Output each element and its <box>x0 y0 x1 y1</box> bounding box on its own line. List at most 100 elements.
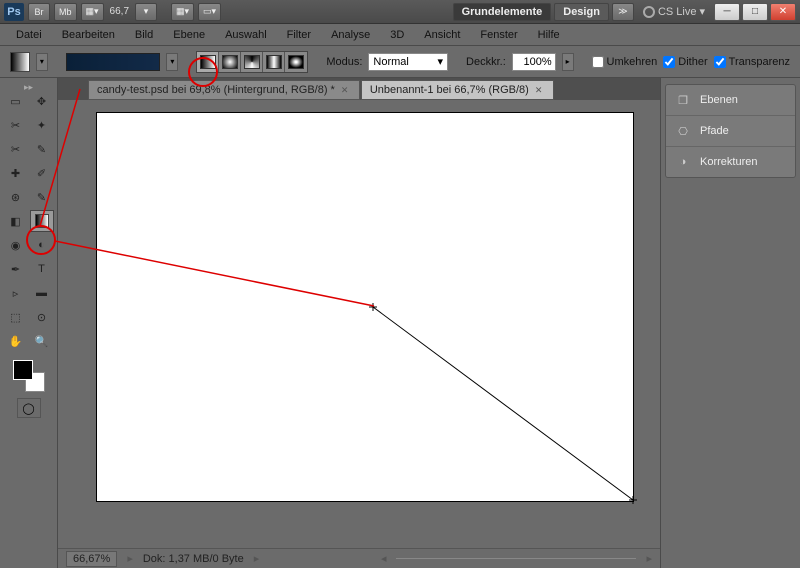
mode-label: Modus: <box>326 56 362 68</box>
crop-tool[interactable]: ✂ <box>4 138 28 160</box>
menu-bearbeiten[interactable]: Bearbeiten <box>52 26 125 44</box>
zoom-dropdown[interactable]: ▾ <box>135 3 157 21</box>
stamp-tool[interactable]: ⊛ <box>4 186 28 208</box>
tab-close-icon[interactable]: ✕ <box>341 85 351 95</box>
menu-ebene[interactable]: Ebene <box>163 26 215 44</box>
opacity-slider[interactable]: ▸ <box>562 53 574 71</box>
gradient-linear[interactable] <box>197 52 219 72</box>
gradient-radial[interactable] <box>219 52 241 72</box>
screen-mode-button[interactable]: ▭▾ <box>198 3 221 21</box>
tab-candy-test[interactable]: candy-test.psd bei 69,8% (Hintergrund, R… <box>88 80 360 100</box>
tool-preset-dropdown[interactable]: ▾ <box>36 53 48 71</box>
dodge-tool[interactable]: ◐ <box>30 234 54 256</box>
menu-bar: Datei Bearbeiten Bild Ebene Auswahl Filt… <box>0 24 800 46</box>
menu-bild[interactable]: Bild <box>125 26 163 44</box>
gradient-type-group <box>196 51 308 73</box>
canvas-area[interactable] <box>58 100 660 548</box>
panel-korrekturen[interactable]: ◑ Korrekturen <box>666 147 795 177</box>
brush-tool[interactable]: ✐ <box>30 162 54 184</box>
workspace: candy-test.psd bei 69,8% (Hintergrund, R… <box>58 78 660 568</box>
bridge-button[interactable]: Br <box>28 3 50 21</box>
layers-icon: ❐ <box>674 91 692 109</box>
hand-tool[interactable]: ✋ <box>4 330 28 352</box>
gradient-diamond[interactable] <box>285 52 307 72</box>
panel-ebenen[interactable]: ❐ Ebenen <box>666 85 795 116</box>
menu-hilfe[interactable]: Hilfe <box>528 26 570 44</box>
zoom-value: 66,7 <box>108 6 131 17</box>
paths-icon: ⎔ <box>674 122 692 140</box>
canvas[interactable] <box>96 112 634 502</box>
opacity-value: 100% <box>523 56 551 68</box>
workspace-more[interactable]: ≫ <box>612 3 634 21</box>
wand-tool[interactable]: ✦ <box>30 114 54 136</box>
blur-tool[interactable]: ◉ <box>4 234 28 256</box>
dither-checkbox[interactable]: Dither <box>663 56 707 68</box>
minibridge-button[interactable]: Mb <box>54 3 77 21</box>
tab-label: candy-test.psd bei 69,8% (Hintergrund, R… <box>97 84 335 96</box>
panel-label: Pfade <box>700 125 729 137</box>
transparency-checkbox[interactable]: Transparenz <box>714 56 790 68</box>
3d-tool[interactable]: ⬚ <box>4 306 28 328</box>
panel-pfade[interactable]: ⎔ Pfade <box>666 116 795 147</box>
eyedropper-tool[interactable]: ✎ <box>30 138 54 160</box>
close-button[interactable]: ✕ <box>770 3 796 21</box>
menu-fenster[interactable]: Fenster <box>470 26 527 44</box>
menu-ansicht[interactable]: Ansicht <box>414 26 470 44</box>
workspace-design[interactable]: Design <box>554 3 609 21</box>
type-tool[interactable]: T <box>30 258 54 280</box>
shape-tool[interactable]: ▬ <box>30 282 54 304</box>
menu-analyse[interactable]: Analyse <box>321 26 380 44</box>
panel-dock: ❐ Ebenen ⎔ Pfade ◑ Korrekturen <box>660 78 800 568</box>
menu-auswahl[interactable]: Auswahl <box>215 26 277 44</box>
gradient-reflected[interactable] <box>263 52 285 72</box>
title-bar: Ps Br Mb ▦▾ 66,7 ▾ ▦▾ ▭▾ Grundelemente D… <box>0 0 800 24</box>
panel-label: Korrekturen <box>700 156 757 168</box>
options-bar: ▾ ▾ Modus: Normal▾ Deckkr.: 100% ▸ Umkeh… <box>0 46 800 78</box>
eraser-tool[interactable]: ◧ <box>4 210 28 232</box>
maximize-button[interactable]: □ <box>742 3 768 21</box>
mode-value: Normal <box>373 56 408 68</box>
move-tool[interactable]: ✥ <box>30 90 54 112</box>
tab-close-icon[interactable]: ✕ <box>535 85 545 95</box>
cslive-icon <box>643 6 655 18</box>
3d-camera-tool[interactable]: ⊙ <box>30 306 54 328</box>
heal-tool[interactable]: ✚ <box>4 162 28 184</box>
view-extras-button[interactable]: ▦▾ <box>81 3 104 21</box>
minimize-button[interactable]: ─ <box>714 3 740 21</box>
reverse-checkbox[interactable]: Umkehren <box>592 56 658 68</box>
cslive-button[interactable]: CS Live ▾ <box>637 5 711 18</box>
gradient-angle[interactable] <box>241 52 263 72</box>
arrange-docs-button[interactable]: ▦▾ <box>171 3 194 21</box>
status-zoom[interactable]: 66,67% <box>66 551 117 567</box>
adjustments-icon: ◑ <box>674 153 692 171</box>
tool-preset-icon[interactable] <box>10 52 30 72</box>
marquee-tool[interactable]: ▭ <box>4 90 28 112</box>
menu-filter[interactable]: Filter <box>277 26 321 44</box>
color-swatches[interactable] <box>13 360 45 392</box>
app-logo: Ps <box>4 3 24 21</box>
mode-dropdown[interactable]: Normal▾ <box>368 53 448 71</box>
menu-datei[interactable]: Datei <box>6 26 52 44</box>
pen-tool[interactable]: ✒ <box>4 258 28 280</box>
toolbox: ▸▸ ▭✥ ✂✦ ✂✎ ✚✐ ⊛✎ ◧ ◉◐ ✒T ▹▬ ⬚⊙ ✋🔍 ◯ <box>0 78 58 568</box>
cslive-label: CS Live <box>658 6 697 18</box>
gradient-preview[interactable] <box>66 53 161 71</box>
tab-label: Unbenannt-1 bei 66,7% (RGB/8) <box>370 84 529 96</box>
lasso-tool[interactable]: ✂ <box>4 114 28 136</box>
path-select-tool[interactable]: ▹ <box>4 282 28 304</box>
document-tabs: candy-test.psd bei 69,8% (Hintergrund, R… <box>58 78 660 100</box>
gradient-tool[interactable] <box>30 210 54 232</box>
opacity-field[interactable]: 100% <box>512 53 556 71</box>
foreground-color[interactable] <box>13 360 33 380</box>
workspace-essentials[interactable]: Grundelemente <box>453 3 552 21</box>
status-doc: Dok: 1,37 MB/0 Byte <box>143 553 244 565</box>
status-bar: 66,67% ▸ Dok: 1,37 MB/0 Byte ▸ ◂ ▸ <box>58 548 660 568</box>
zoom-tool[interactable]: 🔍 <box>30 330 54 352</box>
panel-label: Ebenen <box>700 94 738 106</box>
tab-unbenannt-1[interactable]: Unbenannt-1 bei 66,7% (RGB/8) ✕ <box>361 80 554 100</box>
opacity-label: Deckkr.: <box>466 56 506 68</box>
gradient-picker-dropdown[interactable]: ▾ <box>166 53 178 71</box>
history-brush-tool[interactable]: ✎ <box>30 186 54 208</box>
quickmask-toggle[interactable]: ◯ <box>17 398 41 418</box>
menu-3d[interactable]: 3D <box>380 26 414 44</box>
